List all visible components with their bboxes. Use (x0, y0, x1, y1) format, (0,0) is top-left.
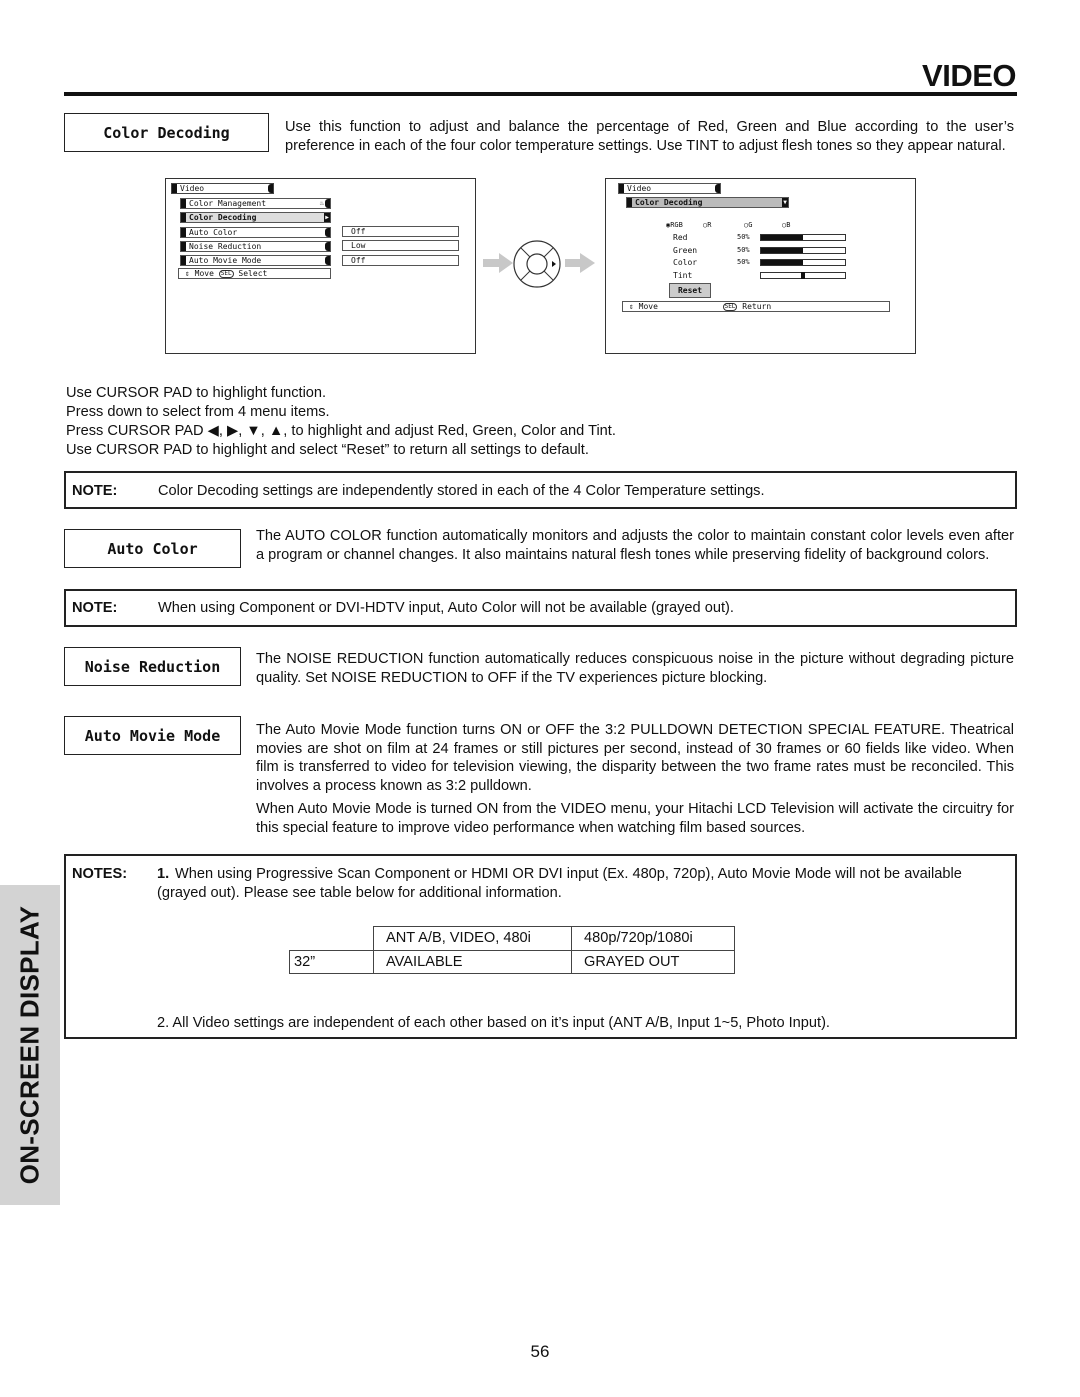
note-item-2: 2. All Video settings are independent of… (157, 1015, 830, 1031)
osd-slider-green[interactable] (760, 246, 846, 254)
noise-reduction-label: Noise Reduction (64, 647, 241, 686)
osd-cd-footer: ⇕ Move SEL Return (622, 301, 890, 312)
arrow-out-icon (565, 253, 595, 273)
osd-slider-color[interactable] (760, 259, 846, 266)
osd-cd-title: Video (618, 183, 721, 194)
sel-button-icon: SEL (722, 302, 738, 311)
table-header-cell (289, 926, 374, 951)
osd-menu-item-color-decoding[interactable]: Color Decoding ▶ (180, 212, 331, 223)
osd-slider-value: 50% (737, 245, 750, 254)
auto-color-description: The AUTO COLOR function automatically mo… (256, 528, 1014, 563)
auto-movie-mode-label: Auto Movie Mode (64, 716, 241, 755)
osd-slider-label: Red (673, 233, 688, 242)
table-row: 32” AVAILABLE GRAYED OUT (289, 949, 735, 974)
table-header-cell: 480p/720p/1080i (571, 926, 735, 951)
osd-menu-item-noise-reduction[interactable]: Noise Reduction (180, 241, 331, 252)
osd-color-decoding: Video Color Decoding ▼ ◉RGB ○R ○G ○B Red 50%… (605, 178, 916, 354)
osd-menu-title: Video (171, 183, 274, 194)
auto-movie-mode-description: The Auto Movie Mode function turns ON or… (256, 722, 1014, 794)
osd-slider-red[interactable] (760, 234, 846, 241)
slider-fill (761, 247, 803, 253)
instruction-line: Press CURSOR PAD ◀, ▶, ▼, ▲, to highligh… (66, 423, 616, 439)
notes-auto-movie: NOTES: 1. When using Progressive Scan Co… (64, 854, 1017, 1039)
note-auto-color: NOTE: When using Component or DVI-HDTV i… (64, 589, 1017, 627)
arrow-down-icon: ▼ (782, 198, 788, 207)
osd-radio-group: ◉RGB ○R ○G ○B (666, 221, 866, 231)
table-cell: GRAYED OUT (571, 949, 735, 974)
osd-reset-button[interactable]: Reset (669, 283, 711, 298)
osd-radio-g[interactable]: ○G (744, 221, 752, 229)
table-cell: AVAILABLE (373, 949, 572, 974)
color-decoding-label: Color Decoding (64, 113, 269, 152)
up-down-icon: ⇕ (629, 302, 634, 311)
table-header-row: ANT A/B, VIDEO, 480i 480p/720p/1080i (289, 926, 735, 951)
slider-knob (801, 271, 805, 279)
note-color-decoding: NOTE: Color Decoding settings are indepe… (64, 471, 1017, 509)
note-text: When using Component or DVI-HDTV input, … (158, 600, 734, 616)
osd-cd-submenu[interactable]: Color Decoding ▼ (626, 197, 789, 208)
page-number: 56 (530, 1342, 550, 1361)
table-header-cell: ANT A/B, VIDEO, 480i (373, 926, 572, 951)
note-text: Color Decoding settings are independentl… (158, 483, 765, 499)
instruction-line: Use CURSOR PAD to highlight and select “… (66, 442, 589, 458)
section-side-tab: ON-SCREEN DISPLAY (0, 885, 60, 1205)
instruction-line: Press down to select from 4 menu items. (66, 404, 330, 420)
osd-value-auto-color: Off (342, 226, 459, 237)
osd-slider-value: 50% (737, 258, 750, 266)
lock-icon: ♨ (319, 199, 324, 207)
instructions: Use CURSOR PAD to highlight function. Pr… (66, 384, 616, 460)
page-title: VIDEO (922, 58, 1016, 93)
osd-value-auto-movie-mode: Off (342, 255, 459, 266)
osd-value-noise-reduction: Low (342, 240, 459, 251)
side-tab-label: ON-SCREEN DISPLAY (14, 905, 45, 1185)
arrow-right-icon: ▶ (324, 213, 330, 222)
osd-radio-b[interactable]: ○B (782, 221, 790, 229)
note-label: NOTE: (72, 483, 118, 499)
osd-video-menu: Video Color Management ♨ Color Decoding … (165, 178, 476, 354)
up-down-icon: ⇕ (185, 269, 190, 278)
notes-label: NOTES: (72, 866, 128, 882)
osd-menu-item-auto-movie-mode[interactable]: Auto Movie Mode (180, 255, 331, 266)
auto-color-label: Auto Color (64, 529, 241, 568)
osd-radio-rgb[interactable]: ◉RGB (666, 221, 683, 229)
osd-slider-label: Tint (673, 270, 693, 280)
cursor-pad-diagram (483, 240, 595, 288)
instruction-line: Use CURSOR PAD to highlight function. (66, 385, 327, 401)
osd-slider-label: Green (673, 245, 698, 255)
color-decoding-description: Use this function to adjust and balance … (285, 119, 1014, 154)
osd-menu-item-auto-color[interactable]: Auto Color (180, 227, 331, 238)
note-label: NOTE: (72, 600, 118, 616)
osd-menu-item-color-management[interactable]: Color Management ♨ (180, 198, 331, 209)
note-item-1: When using Progressive Scan Component or… (157, 866, 962, 901)
osd-slider-tint[interactable] (760, 271, 846, 279)
auto-movie-mode-description-2: When Auto Movie Mode is turned ON from t… (256, 801, 1014, 836)
table-cell: 32” (289, 949, 374, 974)
availability-table: ANT A/B, VIDEO, 480i 480p/720p/1080i 32”… (289, 926, 735, 974)
slider-fill (761, 235, 803, 240)
osd-slider-value: 50% (737, 233, 750, 241)
arrow-in-icon (483, 253, 513, 273)
osd-radio-r[interactable]: ○R (703, 221, 711, 229)
title-rule (64, 92, 1017, 96)
slider-fill (761, 260, 803, 265)
osd-footer: ⇕ Move SEL Select (178, 268, 331, 279)
noise-reduction-description: The NOISE REDUCTION function automatical… (256, 651, 1014, 686)
sel-button-icon: SEL (218, 269, 234, 278)
osd-slider-label: Color (673, 258, 698, 267)
